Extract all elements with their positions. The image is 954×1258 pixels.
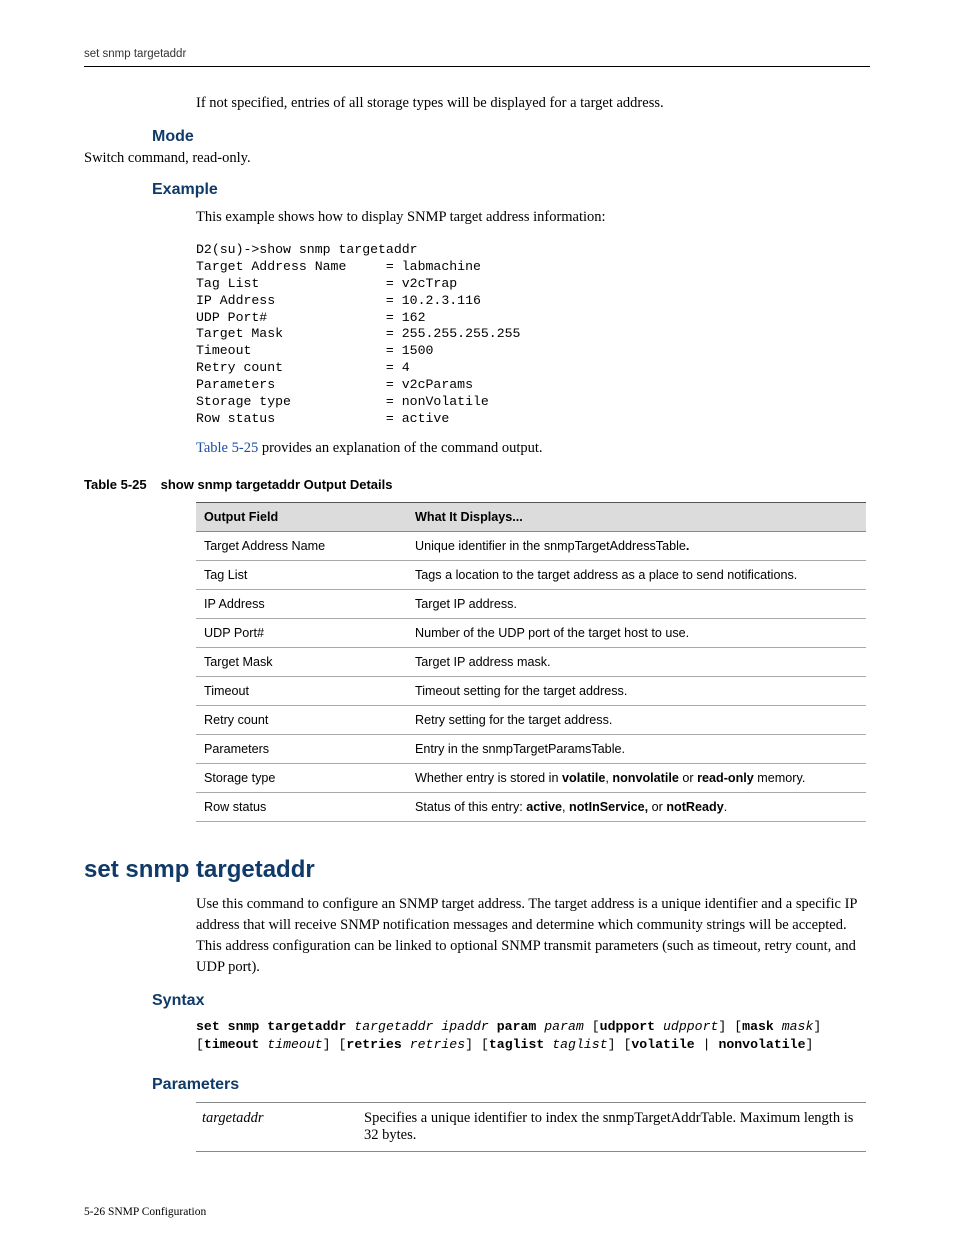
syntax-kw: set snmp targetaddr (196, 1019, 346, 1034)
table-row: targetaddrSpecifies a unique identifier … (196, 1102, 866, 1151)
syntax-block: set snmp targetaddr targetaddr ipaddr pa… (196, 1018, 870, 1054)
output-field-cell: Target Address Name (196, 531, 407, 560)
command-description: Use this command to configure an SNMP ta… (196, 894, 870, 978)
table-row: UDP Port#Number of the UDP port of the t… (196, 618, 866, 647)
example-text: This example shows how to display SNMP t… (196, 207, 870, 228)
table-caption-title: show snmp targetaddr Output Details (161, 477, 393, 492)
output-desc-cell: Retry setting for the target address. (407, 705, 866, 734)
syntax-kw: nonvolatile (718, 1037, 805, 1052)
table-row: Target Address NameUnique identifier in … (196, 531, 866, 560)
table-caption-id: Table 5-25 (84, 477, 147, 492)
mode-heading: Mode (152, 128, 870, 146)
syntax-arg: targetaddr ipaddr (354, 1019, 489, 1034)
parameters-heading: Parameters (152, 1076, 870, 1094)
output-field-cell: Tag List (196, 560, 407, 589)
syntax-kw: taglist (489, 1037, 544, 1052)
syntax-kw: timeout (204, 1037, 259, 1052)
syntax-arg: retries (410, 1037, 465, 1052)
intro-note: If not specified, entries of all storage… (196, 93, 870, 114)
output-field-cell: IP Address (196, 589, 407, 618)
syntax-kw: volatile (631, 1037, 694, 1052)
table-row: IP AddressTarget IP address. (196, 589, 866, 618)
table-row: TimeoutTimeout setting for the target ad… (196, 676, 866, 705)
syntax-kw: param (497, 1019, 537, 1034)
table-ref-link[interactable]: Table 5-25 (196, 440, 258, 456)
output-desc-cell: Unique identifier in the snmpTargetAddre… (407, 531, 866, 560)
table-row: Row statusStatus of this entry: active, … (196, 792, 866, 821)
table-row: Target MaskTarget IP address mask. (196, 647, 866, 676)
mode-text: Switch command, read-only. (84, 150, 870, 167)
syntax-heading: Syntax (152, 992, 870, 1010)
table-row: Tag ListTags a location to the target ad… (196, 560, 866, 589)
output-desc-cell: Whether entry is stored in volatile, non… (407, 763, 866, 792)
example-heading: Example (152, 181, 870, 199)
table-ref-rest: provides an explanation of the command o… (258, 440, 542, 456)
output-field-cell: Timeout (196, 676, 407, 705)
col-output-field: Output Field (196, 502, 407, 531)
syntax-arg: udpport (663, 1019, 718, 1034)
output-desc-cell: Status of this entry: active, notInServi… (407, 792, 866, 821)
output-desc-cell: Timeout setting for the target address. (407, 676, 866, 705)
table-ref-sentence: Table 5-25 provides an explanation of th… (196, 438, 870, 459)
running-header: set snmp targetaddr (84, 48, 870, 67)
table-row: Retry countRetry setting for the target … (196, 705, 866, 734)
syntax-kw: retries (346, 1037, 401, 1052)
output-field-cell: Parameters (196, 734, 407, 763)
syntax-arg: param (544, 1019, 584, 1034)
output-field-cell: Row status (196, 792, 407, 821)
syntax-arg: timeout (267, 1037, 322, 1052)
syntax-arg: mask (782, 1019, 814, 1034)
table-row: ParametersEntry in the snmpTargetParamsT… (196, 734, 866, 763)
output-desc-cell: Number of the UDP port of the target hos… (407, 618, 866, 647)
parameters-table: targetaddrSpecifies a unique identifier … (196, 1102, 866, 1152)
command-title: set snmp targetaddr (84, 856, 870, 884)
output-field-cell: Target Mask (196, 647, 407, 676)
output-field-cell: UDP Port# (196, 618, 407, 647)
output-details-table: Output Field What It Displays... Target … (196, 502, 866, 822)
output-desc-cell: Entry in the snmpTargetParamsTable. (407, 734, 866, 763)
page-footer: 5-26 SNMP Configuration (84, 1206, 870, 1218)
example-code: D2(su)->show snmp targetaddr Target Addr… (196, 242, 870, 428)
table-5-25-caption: Table 5-25 show snmp targetaddr Output De… (84, 477, 870, 492)
output-desc-cell: Tags a location to the target address as… (407, 560, 866, 589)
syntax-arg: taglist (552, 1037, 607, 1052)
output-desc-cell: Target IP address. (407, 589, 866, 618)
param-name-cell: targetaddr (196, 1102, 358, 1151)
syntax-kw: mask (742, 1019, 774, 1034)
output-field-cell: Retry count (196, 705, 407, 734)
col-what-it-displays: What It Displays... (407, 502, 866, 531)
table-row: Storage typeWhether entry is stored in v… (196, 763, 866, 792)
output-desc-cell: Target IP address mask. (407, 647, 866, 676)
output-field-cell: Storage type (196, 763, 407, 792)
syntax-kw: udpport (600, 1019, 655, 1034)
param-desc-cell: Specifies a unique identifier to index t… (358, 1102, 866, 1151)
